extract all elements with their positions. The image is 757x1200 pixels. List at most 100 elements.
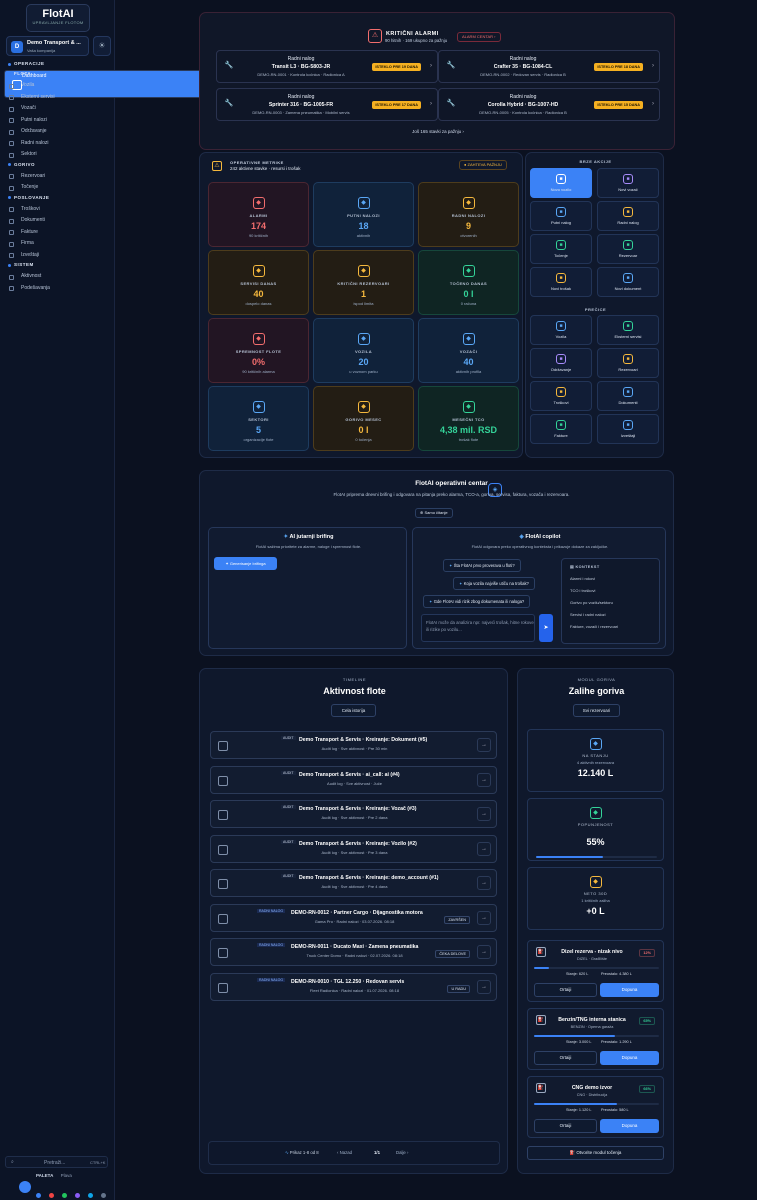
alarm-card[interactable]: 🔧 Radni nalog Transit L3 · BG-5803-JR DEMO-… [216,50,438,83]
sidebar-item-sektori[interactable]: Sektori [4,149,112,161]
all-tanks-button[interactable]: Svi rezervoari [573,704,620,717]
company-switcher[interactable]: D Demo Transport & ... Vaša kompanija [6,36,89,56]
shortcut-fakture[interactable]: ■ Fakture [530,414,592,444]
shortcut-izve-taji[interactable]: ■ Izveštaji [597,414,659,444]
sidebar-item-to-enje[interactable]: Točenje [4,182,112,194]
palette-swatch[interactable] [49,1193,54,1198]
sidebar-item-voza-i[interactable]: Vozači [4,103,112,115]
kpi-card[interactable]: ◆ ALARMI 174 90 kritičnih [208,182,309,247]
shortcut-odr-avanje[interactable]: ■ Održavanje [530,348,592,378]
alarm-card[interactable]: 🔧 Radni nalog Corolla Hybrid · BG-1007-HD D… [438,88,660,121]
sidebar-item-dokumenti[interactable]: Dokumenti [4,215,112,227]
sidebar-item-pode-avanja[interactable]: Podešavanja [4,283,112,295]
quick-action-radni-nalog[interactable]: ■ Radni nalog [597,201,659,231]
kpi-card[interactable]: ◆ MESEČNI TCO 4,38 mil. RSD trošak flote [418,386,519,451]
question-text: Koja vozila najviše utiču na trošak? [463,581,529,586]
send-button[interactable]: ➤ [539,614,553,642]
sidebar-item-label: Fakture [21,228,38,235]
kpi-card[interactable]: ◆ SPREMNOST FLOTE 0% 90 kritičnih alarma [208,318,309,383]
alarm-card[interactable]: 🔧 Radni nalog Crafter 35 · BG-1084-CL DEMO-… [438,50,660,83]
quick-action-novo-vozilo[interactable]: ■ Novo vozilo [530,168,592,198]
activity-row[interactable]: RADNI NALOG DEMO-RN-0012 · Partner Cargo … [210,903,497,932]
sidebar-item-tro-kovi[interactable]: Troškovi [4,204,112,216]
tank-details-button[interactable]: Ortaiji [534,1119,597,1133]
sidebar-item-rezervoari[interactable]: Rezervoari [4,171,112,183]
palette-swatch[interactable] [88,1193,93,1198]
activity-row[interactable]: AUDIT Demo Transport & Servis · ai_call: … [210,765,497,794]
kpi-card[interactable]: ◆ VOZILA 20 u voznom parku [313,318,414,383]
palette-swatch[interactable] [101,1193,106,1198]
kpi-card[interactable]: ◆ VOZAČI 40 aktivnih profila [418,318,519,383]
activity-row[interactable]: RADNI NALOG DEMO-RN-0011 · Ducato Maxi · … [210,938,497,966]
generate-briefing-button[interactable]: ✦ Generisanje brifinga [214,557,277,570]
prev-button[interactable]: ‹ Nazad [337,1150,352,1155]
activity-row[interactable]: RADNI NALOG DEMO-RN-0010 · TGL 12.250 · R… [210,972,497,1001]
activity-row[interactable]: AUDIT Demo Transport & Servis · Kreiranje… [210,869,497,897]
palette-swatch[interactable] [36,1193,41,1198]
copilot-input[interactable]: FlotAI može da analizira npr. najveći tr… [421,614,535,642]
kpi-card[interactable]: ◆ TOČENO DANAS 0 l 0 računa [418,250,519,315]
quick-action-putni-nalog[interactable]: ■ Putni nalog [530,201,592,231]
suggested-question[interactable]: ✦ Šta FlotAI prvo proverava u floti? [443,559,521,572]
palette-swatch[interactable] [75,1193,80,1198]
tank-refill-button[interactable]: Dopuna [600,1119,659,1133]
alarm-center-button[interactable]: ALARM CENTAR › [457,32,501,42]
shortcut-rezervoari[interactable]: ■ Rezervoari [597,348,659,378]
sidebar-item-eksterni-servisi[interactable]: Eksterni servisi [4,92,112,104]
full-history-button[interactable]: Cela istorija [331,704,376,717]
quick-action-novi-voza-[interactable]: ■ Novi vozač [597,168,659,198]
activity-row[interactable]: AUDIT Demo Transport & Servis · Kreiranje… [210,800,497,828]
palette-button[interactable] [19,1181,31,1193]
shortcut-eksterni-servisi[interactable]: ■ Eksterni servisi [597,315,659,345]
alarm-t2: Transit L3 · BG-5803-JR [271,64,331,70]
tank-stanje: Stanje: 620 L [566,972,589,976]
shortcut-vozila[interactable]: ■ Vozila [530,315,592,345]
activity-tag: AUDIT [281,874,296,878]
kpi-card[interactable]: ◆ GORIVO MESEC 0 l 0 točenja [313,386,414,451]
more-alarms-link[interactable]: Još 165 stavki za pažnju › [200,129,676,134]
kpi-card[interactable]: ◆ SEKTORI 5 organizacije flote [208,386,309,451]
kpi-sub: aktivnih profila [455,369,482,374]
tank-refill-button[interactable]: Dopuna [600,1051,659,1065]
sidebar-item-vozila[interactable]: Vozila [4,80,112,92]
tank-refill-button[interactable]: Dopuna [600,983,659,997]
sidebar-item-izve-taji[interactable]: Izveštaji [4,250,112,262]
open-fueling-button[interactable]: ⛽ Otvorite modul točenja [527,1146,664,1160]
sidebar-item-fakture[interactable]: Fakture [4,227,112,239]
activity-row[interactable]: AUDIT Demo Transport & Servis · Kreiranje… [210,731,497,759]
quick-action-novi-dokument[interactable]: ■ Novi dokument [597,267,659,297]
search-input[interactable]: ⌕ Pretraži... CTRL+K [5,1156,108,1168]
quick-action-rezervoar[interactable]: ■ Rezervoar [597,234,659,264]
activity-row[interactable]: AUDIT Demo Transport & Servis · Kreiranje… [210,834,497,863]
next-button[interactable]: Dalje › [396,1150,408,1155]
sidebar-item-radni-nalozi[interactable]: Radni nalozi [4,138,112,150]
theme-icon[interactable]: ☀ [93,36,111,56]
tank-level-track [534,967,659,969]
tank-location: Građilište [590,957,608,961]
palette-swatch[interactable] [62,1193,67,1198]
kpi-card[interactable]: ◆ RADNI NALOZI 9 otvorenih [418,182,519,247]
metrics-panel: ⚠ OPERATIVNE METRIKE 242 aktivne stavke … [199,152,523,458]
sidebar-item-odr-avanje[interactable]: Održavanje [4,126,112,138]
app-logo[interactable]: FlotAI UPRAVLJANJE FLOTOM [26,4,90,32]
suggested-question[interactable]: ✦ Gde FlotAI vidi rizik zbog dokumenata … [423,595,531,608]
sidebar-item-firma[interactable]: Firma [4,238,112,250]
tank-details-button[interactable]: Ortaiji [534,1051,597,1065]
shortcut-tro-kovi[interactable]: ■ Troškovi [530,381,592,411]
quick-action-novi-tro-ak[interactable]: ■ Novi trošak [530,267,592,297]
kpi-card[interactable]: ◆ SERVISI DANAS 40 dospelo danas [208,250,309,315]
suggested-question[interactable]: ✦ Koja vozila najviše utiču na trošak? [453,577,535,590]
kpi-card[interactable]: ◆ PUTNI NALOZI 18 aktivnih [313,182,414,247]
attention-badge[interactable]: ● ZAHTEVA PAŽNJU [459,160,507,170]
quick-action-to-enje[interactable]: ■ Točenje [530,234,592,264]
sidebar-item-putni-nalozi[interactable]: Putni nalozi [4,115,112,127]
kpi-icon: ◆ [357,265,370,277]
tank-details-button[interactable]: Ortaiji [534,983,597,997]
nav-icon [9,118,14,123]
kpi-card[interactable]: ◆ KRITIČNI REZERVOARI 1 ispod limita [313,250,414,315]
alarm-t2: Sprinter 316 · BG-1005-FR [268,102,334,108]
sidebar-item-aktivnost[interactable]: Aktivnost [4,271,112,283]
shortcut-dokumenti[interactable]: ■ Dokumenti [597,381,659,411]
alarm-card[interactable]: 🔧 Radni nalog Sprinter 316 · BG-1005-FR DEM… [216,88,438,121]
